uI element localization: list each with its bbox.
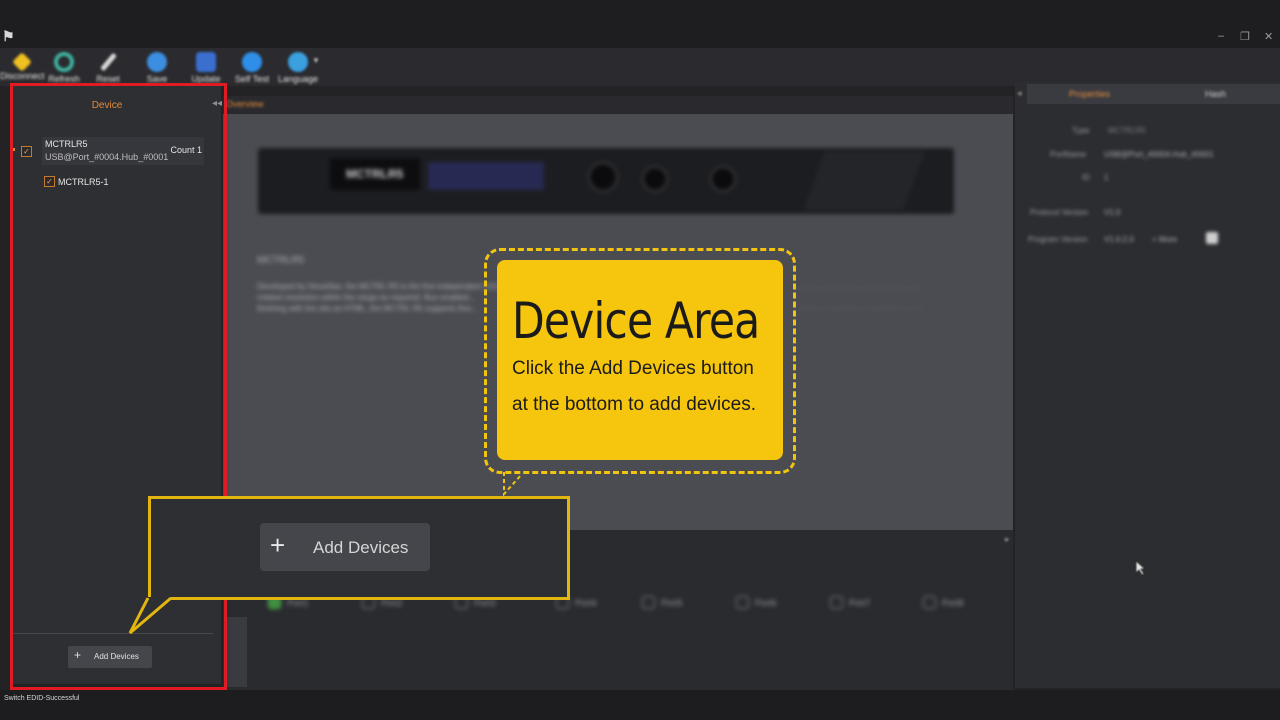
overview-description-tail: . . . . . . . . . . . . . . . . . . . . … bbox=[795, 282, 922, 291]
mouse-cursor-icon bbox=[1135, 560, 1147, 576]
self-test-button[interactable]: Self Test bbox=[230, 52, 274, 84]
device-name: MCTRLR5 bbox=[45, 139, 88, 149]
device-knob bbox=[588, 162, 618, 192]
minimize-icon[interactable]: – bbox=[1218, 30, 1224, 42]
port-icon bbox=[642, 596, 655, 609]
zoom-pointer bbox=[128, 596, 172, 635]
port-item[interactable]: Port6 bbox=[736, 596, 796, 610]
overview-description-line: rotated resolution within the range as r… bbox=[257, 293, 476, 302]
add-devices-label: Add Devices bbox=[94, 652, 139, 661]
prop-label-portname: PortName bbox=[1050, 150, 1087, 159]
copy-icon[interactable] bbox=[1206, 232, 1218, 244]
close-icon[interactable]: ✕ bbox=[1264, 30, 1273, 43]
center-tab-bar: Overview bbox=[223, 96, 1013, 114]
plus-icon: + bbox=[270, 530, 286, 560]
overview-description-tail: . . . . . . . . . . . . . . . . . . . . … bbox=[795, 302, 922, 311]
prop-value-type: MCTRLR5 bbox=[1108, 126, 1146, 135]
status-bar: Switch EDID-Successful bbox=[0, 690, 1280, 720]
disconnect-icon bbox=[12, 52, 32, 72]
panel-divider bbox=[12, 633, 213, 634]
device-port: USB@Port_#0004.Hub_#0001 bbox=[45, 152, 169, 162]
update-button[interactable]: Update bbox=[184, 52, 228, 84]
add-devices-zoom-callout: + Add Devices bbox=[148, 496, 570, 600]
device-panel-title: Device bbox=[91, 100, 123, 111]
properties-panel: ◂ bbox=[1015, 82, 1280, 688]
prop-label-program: Program Version bbox=[1028, 235, 1088, 244]
device-button-small bbox=[642, 166, 668, 192]
sub-device-checkbox[interactable]: ✓ bbox=[44, 176, 55, 187]
collapse-bottom-icon[interactable]: ▸ bbox=[1005, 534, 1010, 545]
prop-label-id: ID bbox=[1082, 173, 1090, 182]
tab-properties[interactable]: Properties bbox=[1069, 89, 1110, 99]
overview-description-line: finishing with the site as HTML, the MCT… bbox=[257, 304, 478, 313]
port-icon bbox=[923, 596, 936, 609]
sub-device-name[interactable]: MCTRLR5-1 bbox=[58, 177, 109, 187]
callout-line: at the bottom to add devices. bbox=[512, 394, 756, 415]
collapse-left-icon[interactable]: ◂◂ bbox=[212, 98, 222, 109]
save-button[interactable]: Save bbox=[135, 52, 179, 84]
chevron-down-icon[interactable]: ▼ bbox=[312, 56, 320, 65]
plus-icon: + bbox=[1152, 235, 1159, 244]
add-devices-zoomed-label: Add Devices bbox=[313, 538, 409, 557]
device-front-stripe bbox=[803, 152, 925, 210]
collapse-right-icon[interactable]: ◂ bbox=[1017, 88, 1022, 99]
status-message: Switch EDID-Successful bbox=[4, 695, 80, 702]
callout-title: Device Area bbox=[512, 292, 760, 350]
device-lcd-panel bbox=[428, 162, 544, 190]
overview-heading: MCTRLR5 bbox=[257, 255, 305, 266]
properties-tabs: Properties Hash bbox=[1027, 84, 1280, 104]
callout-line: Click the Add Devices button bbox=[512, 358, 754, 379]
prop-value-id: 1 bbox=[1104, 173, 1109, 182]
title-bar: ⚑ – ❐ ✕ bbox=[0, 0, 1280, 48]
tab-hash[interactable]: Hash bbox=[1205, 89, 1226, 99]
expand-icon[interactable] bbox=[12, 148, 15, 151]
device-area-callout: Device Area Click the Add Devices button… bbox=[497, 260, 783, 460]
reset-button[interactable]: Reset bbox=[86, 52, 130, 84]
port-item[interactable]: Port5 bbox=[642, 596, 702, 610]
plus-icon: + bbox=[74, 648, 82, 662]
tab-overview[interactable]: Overview bbox=[226, 99, 264, 109]
update-icon bbox=[196, 52, 216, 72]
callout-pointer-line bbox=[503, 472, 523, 497]
maximize-icon[interactable]: ❐ bbox=[1240, 30, 1250, 43]
port-item[interactable]: Port8 bbox=[923, 596, 983, 610]
side-tab[interactable] bbox=[227, 617, 247, 687]
save-icon bbox=[147, 52, 167, 72]
more-link[interactable]: + More bbox=[1152, 235, 1177, 244]
more-link-label: More bbox=[1158, 235, 1178, 244]
toolbar: Disconnect Refresh Reset Save Update Sel… bbox=[0, 48, 1280, 86]
prop-value-portname: USB@Port_#0004.Hub_#0001 bbox=[1104, 150, 1214, 159]
device-hardware-image: MCTRLR5 bbox=[258, 148, 954, 214]
add-devices-button-zoomed[interactable]: + Add Devices bbox=[260, 523, 430, 571]
device-count: Count 1 bbox=[170, 145, 202, 155]
wrench-icon bbox=[99, 52, 117, 72]
app-logo-icon: ⚑ bbox=[2, 28, 15, 44]
refresh-icon bbox=[54, 52, 74, 72]
device-display-text: MCTRLR5 bbox=[346, 167, 404, 181]
prop-value-protocol: V1.0 bbox=[1104, 208, 1121, 217]
device-checkbox[interactable]: ✓ bbox=[21, 146, 32, 157]
prop-label-protocol: Protocol Version bbox=[1030, 208, 1089, 217]
disconnect-button[interactable]: Disconnect bbox=[0, 52, 45, 81]
port-item[interactable]: Port7 bbox=[830, 596, 890, 610]
add-devices-button[interactable]: + Add Devices bbox=[68, 646, 152, 668]
port-icon bbox=[736, 596, 749, 609]
refresh-button[interactable]: Refresh bbox=[42, 52, 86, 84]
device-list-item[interactable]: MCTRLR5 USB@Port_#0004.Hub_#0001 Count 1 bbox=[42, 137, 204, 165]
device-button-small bbox=[710, 166, 736, 192]
device-front-display: MCTRLR5 bbox=[330, 158, 420, 190]
globe-icon bbox=[288, 52, 308, 72]
self-test-icon bbox=[242, 52, 262, 72]
prop-value-program: V1.0.2.0 bbox=[1104, 235, 1134, 244]
prop-label-type: Type bbox=[1072, 126, 1090, 135]
port-icon bbox=[830, 596, 843, 609]
